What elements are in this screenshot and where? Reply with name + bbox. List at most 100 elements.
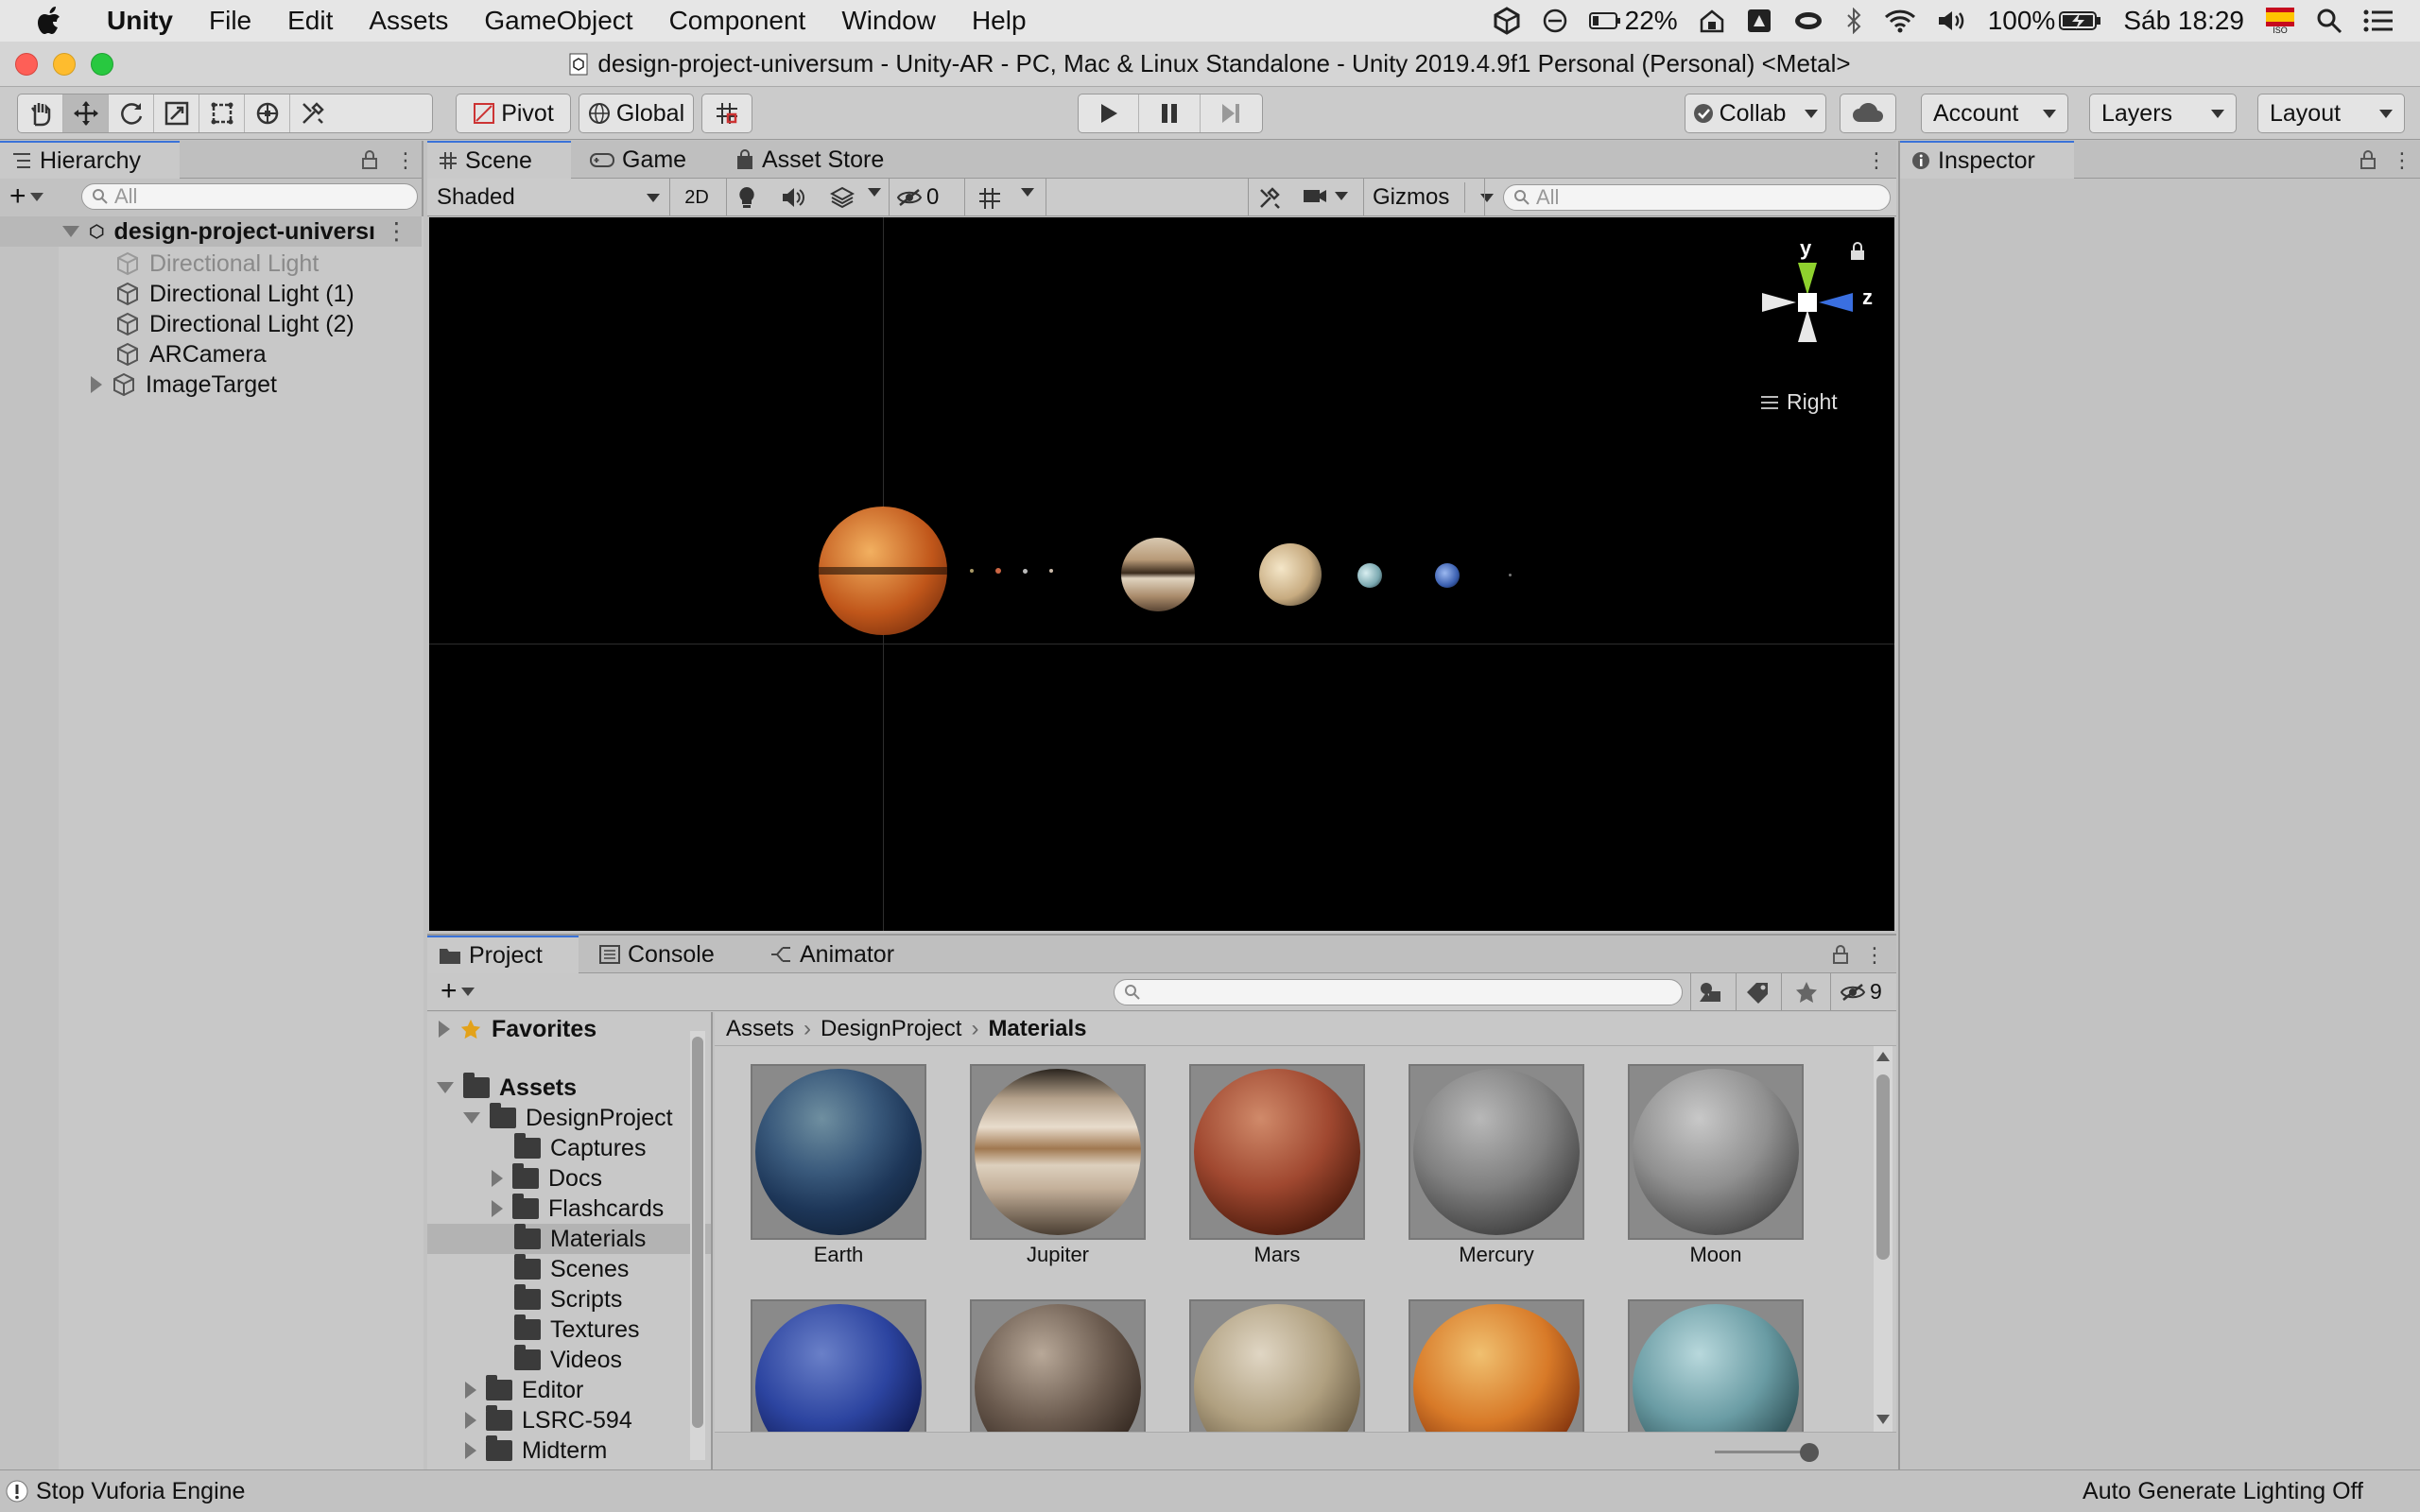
scene-root-row[interactable]: design-project-universı ⋮	[0, 216, 422, 247]
tab-asset-store[interactable]: Asset Store	[724, 141, 895, 179]
arrow-box-icon[interactable]	[1746, 8, 1772, 34]
tree-scrollbar[interactable]	[690, 1031, 705, 1460]
wifi-icon[interactable]	[1884, 9, 1916, 33]
hierarchy-item-arcamera[interactable]: ARCamera	[115, 339, 267, 369]
breadcrumb-item-current[interactable]: Materials	[988, 1016, 1086, 1042]
status-message[interactable]: Stop Vuforia Engine	[36, 1478, 245, 1505]
scene-menu-icon[interactable]: ⋮	[1866, 148, 1887, 173]
scene-visibility-toggle[interactable]: 0	[896, 182, 939, 213]
tab-project[interactable]: Project	[427, 936, 579, 973]
scroll-down-arrow-icon[interactable]	[1876, 1415, 1890, 1424]
menu-window[interactable]: Window	[823, 6, 954, 36]
menu-edit[interactable]: Edit	[269, 6, 351, 36]
global-toggle-button[interactable]: Global	[579, 94, 694, 133]
breadcrumb-item[interactable]: Assets	[726, 1016, 794, 1042]
tree-assets[interactable]: Assets	[437, 1073, 577, 1103]
expand-arrow-icon[interactable]	[91, 376, 102, 393]
hierarchy-menu-icon[interactable]: ⋮	[395, 148, 416, 173]
input-source-flag-icon[interactable]: ISO	[2265, 7, 2295, 35]
scale-tool-icon[interactable]	[154, 94, 199, 132]
tree-folder-scenes[interactable]: Scenes	[514, 1254, 629, 1284]
bluetooth-icon[interactable]	[1844, 8, 1863, 34]
lock-icon[interactable]	[1832, 945, 1849, 964]
tree-folder-materials[interactable]: Materials	[514, 1224, 646, 1254]
apple-icon[interactable]	[0, 7, 89, 35]
scene-search-input[interactable]: All	[1503, 184, 1891, 211]
pause-button[interactable]	[1139, 94, 1201, 132]
scene-menu-icon[interactable]: ⋮	[385, 217, 408, 246]
inspector-menu-icon[interactable]: ⋮	[2392, 148, 2412, 173]
create-dropdown[interactable]: +	[9, 182, 43, 211]
orientation-gizmo[interactable]: y z	[1741, 236, 1874, 387]
project-create-dropdown[interactable]: +	[441, 977, 475, 1005]
tab-game[interactable]: Game	[579, 141, 698, 179]
hand-tool-icon[interactable]	[18, 94, 63, 132]
eye-mask-icon[interactable]	[1793, 9, 1824, 32]
play-button[interactable]	[1079, 94, 1140, 132]
tree-folder-captures[interactable]: Captures	[514, 1133, 646, 1163]
tree-folder-scripts[interactable]: Scripts	[514, 1284, 622, 1314]
tree-folder-lsrc-594[interactable]: LSRC-594	[465, 1405, 632, 1435]
grid-snap-button[interactable]	[701, 94, 752, 133]
neptune-object[interactable]	[1435, 563, 1460, 588]
tree-folder-flashcards[interactable]: Flashcards	[492, 1194, 664, 1224]
collab-dropdown[interactable]: Collab	[1685, 94, 1826, 133]
thumbnail-size-slider[interactable]	[1715, 1451, 1809, 1453]
shading-mode-dropdown[interactable]: Shaded	[437, 182, 660, 213]
material-thumbnail-moon[interactable]	[1628, 1064, 1804, 1240]
star-icon[interactable]	[1794, 981, 1819, 1004]
2d-toggle-button[interactable]: 2D	[675, 182, 718, 213]
cloud-services-button[interactable]	[1840, 94, 1896, 133]
collapse-arrow-icon[interactable]	[437, 1082, 454, 1093]
minimize-window-button[interactable]	[53, 53, 76, 76]
planet-tiny[interactable]	[1023, 569, 1028, 574]
planet-tiny[interactable]	[970, 569, 974, 573]
expand-arrow-icon[interactable]	[492, 1200, 503, 1217]
hierarchy-item-imagetarget[interactable]: ImageTarget	[91, 369, 277, 400]
material-thumbnail-jupiter[interactable]	[970, 1064, 1146, 1240]
lock-icon[interactable]	[361, 150, 378, 169]
expand-arrow-icon[interactable]	[62, 226, 79, 237]
rotate-tool-icon[interactable]	[109, 94, 154, 132]
asset-scrollbar-thumb[interactable]	[1876, 1074, 1890, 1260]
tab-hierarchy[interactable]: Hierarchy	[0, 141, 180, 179]
hierarchy-item-directional-light-1[interactable]: Directional Light (1)	[115, 279, 354, 309]
material-thumbnail-mars[interactable]	[1189, 1064, 1365, 1240]
battery-indicator-small[interactable]: 22%	[1588, 6, 1678, 36]
hierarchy-item-directional-light[interactable]: Directional Light	[115, 249, 319, 279]
scene-viewport[interactable]: y z Right	[429, 217, 1894, 931]
grid-dropdown-icon[interactable]	[1021, 188, 1034, 197]
tab-scene[interactable]: Scene	[427, 141, 571, 179]
tree-designproject[interactable]: DesignProject	[463, 1103, 673, 1133]
camera-settings-dropdown[interactable]	[1303, 186, 1348, 205]
planet-tiny[interactable]	[995, 568, 1001, 574]
account-dropdown[interactable]: Account	[1921, 94, 2068, 133]
project-menu-icon[interactable]: ⋮	[1864, 943, 1885, 968]
search-by-type-icon[interactable]	[1698, 981, 1724, 1004]
gizmos-dropdown[interactable]: Gizmos	[1373, 182, 1495, 213]
breadcrumb-item[interactable]: DesignProject	[821, 1016, 961, 1042]
saturn-object[interactable]	[1259, 543, 1322, 606]
menu-file[interactable]: File	[191, 6, 269, 36]
tab-inspector[interactable]: Inspector	[1900, 141, 2074, 179]
hierarchy-search-input[interactable]: All	[81, 183, 418, 210]
step-button[interactable]	[1201, 94, 1262, 132]
tree-folder-textures[interactable]: Textures	[514, 1314, 639, 1345]
menu-gameobject[interactable]: GameObject	[466, 6, 650, 36]
home-icon[interactable]	[1699, 8, 1725, 34]
lock-icon[interactable]	[2360, 150, 2377, 169]
transform-tool-icon[interactable]	[245, 94, 290, 132]
view-mode-label-group[interactable]: Right	[1760, 389, 1838, 415]
label-tag-icon[interactable]	[1745, 981, 1770, 1004]
move-tool-icon[interactable]	[63, 94, 109, 132]
menu-component[interactable]: Component	[651, 6, 824, 36]
notification-center-icon[interactable]	[2363, 9, 2394, 32]
tab-animator[interactable]: Animator	[758, 936, 906, 973]
expand-arrow-icon[interactable]	[465, 1442, 476, 1459]
planet-tiny[interactable]	[1509, 574, 1512, 576]
uranus-object[interactable]	[1357, 563, 1382, 588]
close-window-button[interactable]	[15, 53, 38, 76]
expand-arrow-icon[interactable]	[439, 1021, 450, 1038]
pivot-toggle-button[interactable]: Pivot	[456, 94, 571, 133]
layout-dropdown[interactable]: Layout	[2257, 94, 2405, 133]
